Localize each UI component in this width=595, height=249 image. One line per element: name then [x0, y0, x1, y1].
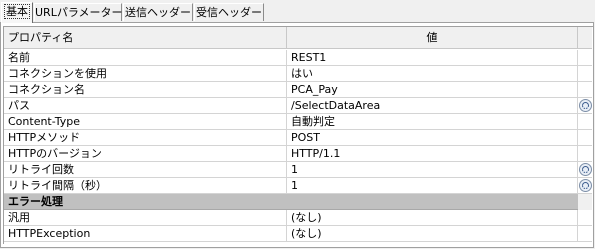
tab-bar: 基本 URLパラメーター 送信ヘッダー 受信ヘッダー: [0, 2, 595, 23]
column-header-value[interactable]: 値: [287, 27, 578, 49]
property-row-http-exception[interactable]: HTTPException (なし): [4, 226, 592, 242]
property-value[interactable]: HTTP/1.1: [287, 146, 578, 162]
property-row-connection-name[interactable]: コネクション名 PCA_Pay: [4, 82, 592, 98]
property-value[interactable]: PCA_Pay: [287, 82, 578, 98]
property-key: リトライ間隔（秒）: [4, 178, 287, 194]
variable-icon[interactable]: [579, 179, 592, 192]
tab-basic[interactable]: 基本: [1, 2, 33, 23]
property-value[interactable]: 自動判定: [287, 114, 578, 130]
property-value[interactable]: REST1: [287, 50, 578, 66]
property-grid: プロパティ名 値 名前 REST1 コネクションを使用 はい コネクション名 P…: [3, 26, 593, 244]
property-row-http-method[interactable]: HTTPメソッド POST: [4, 130, 592, 146]
property-panel: プロパティ名 値 名前 REST1 コネクションを使用 はい コネクション名 P…: [0, 22, 594, 248]
property-value[interactable]: 1: [287, 162, 578, 178]
property-row-general-error[interactable]: 汎用 (なし): [4, 210, 592, 226]
property-key: コネクション名: [4, 82, 287, 98]
property-row-use-connection[interactable]: コネクションを使用 はい: [4, 66, 592, 82]
property-row-retry-count[interactable]: リトライ回数 1: [4, 162, 592, 178]
section-label: エラー処理: [8, 195, 63, 208]
property-key: 名前: [4, 50, 287, 66]
property-value[interactable]: /SelectDataArea: [287, 98, 578, 114]
property-row-retry-interval[interactable]: リトライ間隔（秒） 1: [4, 178, 592, 194]
tab-url-parameters[interactable]: URLパラメーター: [34, 3, 123, 21]
property-value[interactable]: はい: [287, 66, 578, 82]
property-key: コネクションを使用: [4, 66, 287, 82]
property-key: HTTPException: [4, 226, 287, 242]
property-key: HTTPメソッド: [4, 130, 287, 146]
property-value[interactable]: POST: [287, 130, 578, 146]
property-value[interactable]: (なし): [287, 210, 578, 226]
property-row-content-type[interactable]: Content-Type 自動判定: [4, 114, 592, 130]
property-row-http-version[interactable]: HTTPのバージョン HTTP/1.1: [4, 146, 592, 162]
section-error-handling[interactable]: エラー処理: [4, 194, 592, 210]
property-key: リトライ回数: [4, 162, 287, 178]
property-row-name[interactable]: 名前 REST1: [4, 50, 592, 66]
property-value[interactable]: 1: [287, 178, 578, 194]
property-key: 汎用: [4, 210, 287, 226]
property-row-path[interactable]: パス /SelectDataArea: [4, 98, 592, 114]
grid-header: プロパティ名 値: [4, 27, 592, 49]
tab-receive-headers[interactable]: 受信ヘッダー: [194, 3, 264, 21]
property-key: パス: [4, 98, 287, 114]
column-header-property[interactable]: プロパティ名: [4, 27, 287, 49]
variable-icon[interactable]: [579, 99, 592, 112]
property-value[interactable]: (なし): [287, 226, 578, 242]
property-key: HTTPのバージョン: [4, 146, 287, 162]
variable-icon[interactable]: [579, 163, 592, 176]
tab-send-headers[interactable]: 送信ヘッダー: [123, 3, 193, 21]
property-key: Content-Type: [4, 114, 287, 130]
